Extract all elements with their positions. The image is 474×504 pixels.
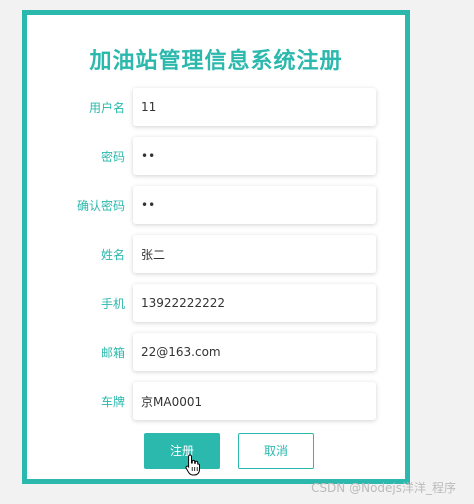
- form-row-name: 姓名: [27, 235, 405, 275]
- username-input[interactable]: [133, 88, 376, 126]
- register-card: 加油站管理信息系统注册 用户名 密码 确认密码 姓名 手机 邮箱 车牌 注册 取…: [22, 10, 410, 484]
- phone-input[interactable]: [133, 284, 376, 322]
- form-row-password: 密码: [27, 137, 405, 177]
- register-button[interactable]: 注册: [144, 433, 220, 469]
- email-input[interactable]: [133, 333, 376, 371]
- password-label: 密码: [100, 150, 125, 164]
- form-row-username: 用户名: [27, 88, 405, 128]
- confirm-password-input[interactable]: [133, 186, 376, 224]
- username-label: 用户名: [88, 101, 125, 115]
- watermark-text: CSDN @Nodejs洋洋_程序: [311, 481, 456, 495]
- hand-pointer-icon: [185, 454, 200, 476]
- email-label: 邮箱: [100, 346, 125, 360]
- plate-input[interactable]: [133, 382, 376, 420]
- password-input[interactable]: [133, 137, 376, 175]
- confirm-password-label: 确认密码: [76, 199, 125, 213]
- name-label: 姓名: [100, 248, 125, 262]
- cancel-button[interactable]: 取消: [238, 433, 314, 469]
- form-row-plate: 车牌: [27, 382, 405, 422]
- page-title: 加油站管理信息系统注册: [89, 49, 343, 74]
- name-input[interactable]: [133, 235, 376, 273]
- form-row-confirm-password: 确认密码: [27, 186, 405, 226]
- form-row-phone: 手机: [27, 284, 405, 324]
- plate-label: 车牌: [100, 395, 125, 409]
- phone-label: 手机: [100, 297, 125, 311]
- form-row-email: 邮箱: [27, 333, 405, 373]
